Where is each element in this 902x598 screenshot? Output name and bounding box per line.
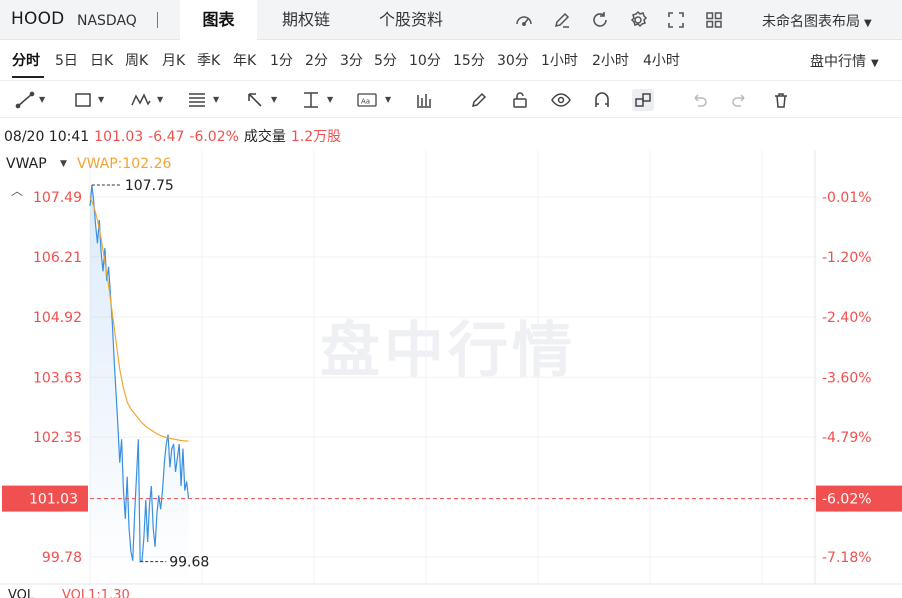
collapse-icon[interactable]: ︿ <box>11 182 23 199</box>
pencil-icon[interactable] <box>468 89 490 111</box>
quote-datetime: 08/20 10:41 <box>4 129 90 145</box>
quote-change: -6.47 <box>148 129 185 145</box>
session-selector[interactable]: 盘中行情 ▼ <box>810 51 879 71</box>
settings-icon[interactable] <box>627 9 649 31</box>
quote-price: 101.03 <box>94 129 144 145</box>
pct-tick-label: -7.18% <box>822 550 872 566</box>
y-tick-label: 106.21 <box>33 250 82 266</box>
lock-icon[interactable] <box>509 89 531 111</box>
pct-tick-label: -4.79% <box>822 430 872 446</box>
chevron-down-icon: ▼ <box>871 58 879 69</box>
volume-indicator-name[interactable]: VOL <box>8 588 34 598</box>
quote-change-pct: -6.02% <box>189 129 239 145</box>
tab-profile[interactable]: 个股资料 <box>362 0 460 40</box>
chevron-down-icon[interactable]: ▼ <box>98 95 104 104</box>
chevron-down-icon[interactable]: ▼ <box>271 95 277 104</box>
volume-indicator-value: VOL1:1.30 <box>62 588 130 598</box>
period-5d[interactable]: 5日 <box>55 50 78 70</box>
eye-icon[interactable] <box>550 89 572 111</box>
undo-icon[interactable] <box>688 89 710 111</box>
volume-label: 成交量 <box>243 129 286 145</box>
period-1m[interactable]: 1分 <box>270 50 293 70</box>
pct-tick-label: -3.60% <box>822 370 872 386</box>
period-5m[interactable]: 5分 <box>374 50 397 70</box>
intraday-chart[interactable]: 107.75 99.68 107.49 -0.01% 106.21 -1.20% 104.9… <box>0 150 902 598</box>
period-30m[interactable]: 30分 <box>497 50 529 70</box>
period-day[interactable]: 日K <box>90 50 113 70</box>
period-10m[interactable]: 10分 <box>409 50 441 70</box>
edit-icon[interactable] <box>551 9 573 31</box>
pattern-tool-icon[interactable] <box>130 89 152 111</box>
delete-icon[interactable] <box>770 89 792 111</box>
magnet-icon[interactable] <box>591 89 613 111</box>
period-year[interactable]: 年K <box>233 50 256 70</box>
period-quarter[interactable]: 季K <box>197 50 220 70</box>
indicator-name[interactable]: VWAP <box>6 156 47 172</box>
chevron-down-icon[interactable]: ▼ <box>60 159 67 169</box>
chevron-down-icon: ▼ <box>864 18 872 29</box>
exchange-label: NASDAQ <box>77 13 137 29</box>
period-3m[interactable]: 3分 <box>340 50 363 70</box>
fullscreen-icon[interactable] <box>665 9 687 31</box>
rectangle-tool-icon[interactable] <box>72 89 94 111</box>
period-2m[interactable]: 2分 <box>305 50 328 70</box>
gauge-icon[interactable] <box>513 9 535 31</box>
period-month[interactable]: 月K <box>162 50 185 70</box>
period-15m[interactable]: 15分 <box>453 50 485 70</box>
svg-text:Aa: Aa <box>361 98 370 106</box>
layout-label: 未命名图表布局 <box>762 14 860 30</box>
arrow-tool-icon[interactable] <box>244 89 266 111</box>
period-4h[interactable]: 4小时 <box>643 50 680 70</box>
measure-tool-icon[interactable] <box>300 89 322 111</box>
period-week[interactable]: 周K <box>125 50 148 70</box>
session-label: 盘中行情 <box>810 54 866 70</box>
y-tick-label: 102.35 <box>33 430 82 446</box>
tab-chart[interactable]: 图表 <box>180 0 257 40</box>
line-tool-icon[interactable] <box>14 89 36 111</box>
low-marker-label: 99.68 <box>169 555 209 571</box>
layout-selector[interactable]: 未命名图表布局 ▼ <box>762 11 872 31</box>
y-tick-label: 107.49 <box>33 190 82 206</box>
refresh-icon[interactable] <box>589 9 611 31</box>
indicator-value: VWAP:102.26 <box>77 156 172 172</box>
current-pct-label: -6.02% <box>822 492 872 508</box>
active-period-indicator <box>12 76 44 78</box>
y-tick-label: 104.92 <box>33 310 82 326</box>
period-selector: 分时 5日 日K 周K 月K 季K 年K 1分 2分 3分 5分 10分 15分… <box>0 40 902 80</box>
indicator-tool-icon[interactable] <box>413 89 435 111</box>
pct-tick-label: -0.01% <box>822 190 872 206</box>
period-intraday[interactable]: 分时 <box>12 50 40 70</box>
high-marker-label: 107.75 <box>125 178 174 194</box>
pct-tick-label: -1.20% <box>822 250 872 266</box>
chevron-down-icon[interactable]: ▼ <box>327 95 333 104</box>
drawing-toolbar: ▼ ▼ ▼ ▼ ▼ ▼ Aa ▼ <box>0 80 902 118</box>
redo-icon[interactable] <box>729 89 751 111</box>
fib-tool-icon[interactable] <box>186 89 208 111</box>
ticker-symbol: HOOD <box>11 9 65 29</box>
period-1h[interactable]: 1小时 <box>541 50 578 70</box>
tab-options-chain[interactable]: 期权链 <box>266 0 346 40</box>
chevron-down-icon[interactable]: ▼ <box>157 95 163 104</box>
current-price-label: 101.03 <box>29 492 78 508</box>
header-divider <box>157 12 158 28</box>
chevron-down-icon[interactable]: ▼ <box>385 95 391 104</box>
y-tick-label: 99.78 <box>42 550 82 566</box>
period-2h[interactable]: 2小时 <box>592 50 629 70</box>
pct-tick-label: -2.40% <box>822 310 872 326</box>
quote-info-line: 08/20 10:41 101.03 -6.47 -6.02% 成交量 1.2万股 <box>4 126 346 146</box>
volume-value: 1.2万股 <box>290 129 342 145</box>
grid-icon[interactable] <box>703 9 725 31</box>
link-icon[interactable] <box>632 89 654 111</box>
top-bar: HOOD NASDAQ 图表 期权链 个股资料 未命名图表布局 ▼ <box>0 0 902 40</box>
text-tool-icon[interactable]: Aa <box>356 89 378 111</box>
y-tick-label: 103.63 <box>33 370 82 386</box>
chevron-down-icon[interactable]: ▼ <box>213 95 219 104</box>
chevron-down-icon[interactable]: ▼ <box>39 95 45 104</box>
